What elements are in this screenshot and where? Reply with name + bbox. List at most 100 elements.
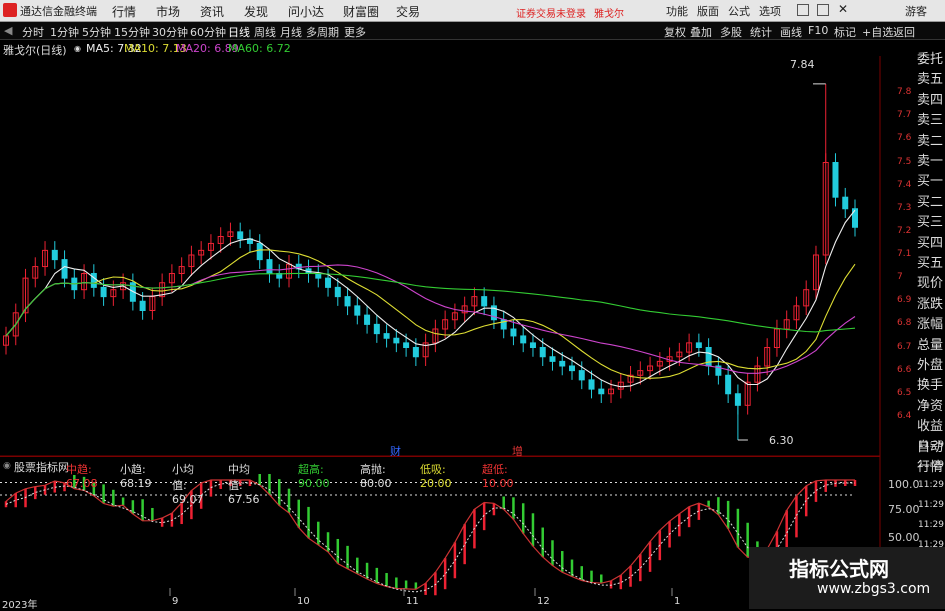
panel-item-13[interactable]: 涨幅: [917, 313, 943, 332]
tab-period-1m[interactable]: 1分钟: [50, 24, 79, 40]
candle-body: [578, 370, 585, 381]
draw-line-button[interactable]: 画线: [780, 24, 802, 40]
tab-period-30m[interactable]: 30分钟: [152, 24, 188, 40]
panel-item-8[interactable]: 买三: [917, 211, 943, 230]
indicator-header: ◉ 股票指标网 中趋: 67.08 小趋: 68.19 小均值: 69.07 中均值:…: [0, 456, 880, 506]
panel-item-12[interactable]: 涨跌: [917, 293, 943, 312]
menu-item-quotes[interactable]: 行情: [112, 3, 136, 20]
time-label: 11:29: [918, 520, 944, 530]
date-label: 1: [674, 596, 681, 607]
price-tick-label: 6.9: [897, 295, 912, 306]
panel-item-7[interactable]: 买二: [917, 191, 943, 210]
stats-button[interactable]: 统计: [750, 24, 772, 40]
panel-item-0[interactable]: 委托: [917, 48, 943, 67]
tab-period-intraday[interactable]: 分时: [22, 24, 44, 40]
menu-item-discover[interactable]: 发现: [244, 3, 268, 20]
tab-period-weekly[interactable]: 周线: [254, 24, 276, 40]
candle-body: [393, 337, 400, 344]
minimize-icon[interactable]: [797, 4, 809, 16]
price-tick-label: 7.3: [897, 202, 912, 213]
app-logo-icon: [3, 3, 17, 17]
menu-item-ask[interactable]: 问小达: [288, 3, 324, 20]
date-label: 12: [537, 596, 550, 607]
price-tick-label: 7.6: [897, 133, 912, 144]
menu-item-market[interactable]: 市场: [156, 3, 180, 20]
price-tick-label: 6.4: [897, 410, 912, 421]
menu-bar: 通达信金融终端 行情 市场 资讯 发现 问小达 财富圈 交易 证券交易未登录 雅…: [0, 0, 945, 22]
watermark-title: 指标公式网: [789, 557, 889, 581]
panel-item-6[interactable]: 买一: [917, 170, 943, 189]
tab-period-5m[interactable]: 5分钟: [82, 24, 111, 40]
menu-item-news[interactable]: 资讯: [200, 3, 224, 20]
panel-item-14[interactable]: 总量: [917, 334, 943, 353]
trend-line: [5, 479, 855, 590]
kline-chart[interactable]: [0, 40, 915, 596]
candle-body: [373, 323, 380, 335]
panel-item-11[interactable]: 现价: [917, 272, 943, 291]
price-tick-label: 7.2: [897, 225, 912, 236]
panel-item-9[interactable]: 买四: [917, 232, 943, 251]
panel-item-5[interactable]: 卖一: [917, 150, 943, 169]
panel-item-10[interactable]: 买五: [917, 252, 943, 271]
tab-period-60m[interactable]: 60分钟: [190, 24, 226, 40]
panel-item-20[interactable]: 行情: [917, 456, 943, 475]
candle-body: [256, 242, 263, 261]
price-tick-label: 7.5: [897, 156, 912, 167]
tab-period-15m[interactable]: 15分钟: [114, 24, 150, 40]
return-button[interactable]: 返回: [893, 24, 915, 40]
candle-body: [383, 333, 390, 339]
add-favorite-button[interactable]: +自选: [862, 24, 893, 40]
candle-body: [325, 277, 332, 288]
candle-body: [412, 347, 419, 358]
right-info-panel: 委托 卖五卖四 卖三卖二 卖一 买一买二 买三买四 买五 现价涨跌 涨幅总量 外盘 换手净资 收益自动…: [915, 40, 945, 475]
adjust-button[interactable]: 复权: [664, 24, 686, 40]
high-price-label: 7.84: [790, 58, 815, 71]
tab-period-daily[interactable]: 日线: [228, 24, 250, 40]
maximize-icon[interactable]: [817, 4, 829, 16]
panel-item-16[interactable]: 换手: [917, 374, 943, 393]
candle-body: [266, 259, 273, 274]
candle-body: [481, 296, 488, 307]
indicator-name[interactable]: 股票指标网: [14, 459, 69, 475]
indicator-tick-label: 75.00: [888, 503, 920, 516]
candle-body: [695, 342, 702, 348]
panel-item-17[interactable]: 净资: [917, 395, 943, 414]
menu-formula[interactable]: 公式: [728, 3, 750, 19]
price-tick-label: 7.8: [897, 87, 912, 98]
back-arrow-icon[interactable]: ◀: [4, 24, 12, 37]
stock-name: 雅戈尔: [594, 9, 624, 20]
candle-body: [403, 342, 410, 348]
tab-period-more[interactable]: 更多: [344, 24, 366, 40]
time-label: 11:29: [918, 500, 944, 510]
tab-period-monthly[interactable]: 月线: [280, 24, 302, 40]
tab-period-multi[interactable]: 多周期: [306, 24, 339, 40]
indicator-value: 中趋: 67.08: [66, 463, 98, 490]
indicator-value: 小趋: 68.19: [120, 463, 152, 490]
close-icon[interactable]: ✕: [838, 2, 848, 16]
menu-item-wealth[interactable]: 财富圈: [343, 3, 379, 20]
overlay-button[interactable]: 叠加: [690, 24, 712, 40]
menu-options[interactable]: 选项: [759, 3, 781, 19]
panel-item-18[interactable]: 收益: [917, 415, 943, 434]
guest-label[interactable]: 游客: [905, 3, 927, 19]
menu-function[interactable]: 功能: [666, 3, 688, 19]
panel-item-2[interactable]: 卖四: [917, 89, 943, 108]
menu-item-trade[interactable]: 交易: [396, 3, 420, 20]
login-notice[interactable]: 证券交易未登录: [516, 5, 586, 20]
price-tick-label: 6.5: [897, 387, 912, 398]
indicator-value: 超低: 10.00: [482, 463, 514, 490]
panel-item-1[interactable]: 卖五: [917, 68, 943, 87]
candle-body: [569, 365, 575, 372]
panel-item-4[interactable]: 卖二: [917, 130, 943, 149]
f10-button[interactable]: F10: [808, 24, 828, 37]
candle-body: [588, 379, 595, 390]
indicator-value: 小均值: 69.07: [172, 463, 204, 506]
panel-item-15[interactable]: 外盘: [917, 354, 943, 373]
indicator-tick-label: 50.00: [888, 531, 920, 544]
panel-item-3[interactable]: 卖三: [917, 109, 943, 128]
panel-item-19[interactable]: 自动: [917, 436, 943, 455]
menu-layout[interactable]: 版面: [697, 3, 719, 19]
multi-stock-button[interactable]: 多股: [720, 24, 742, 40]
price-tick-label: 7: [897, 272, 903, 283]
mark-button[interactable]: 标记: [834, 24, 856, 40]
